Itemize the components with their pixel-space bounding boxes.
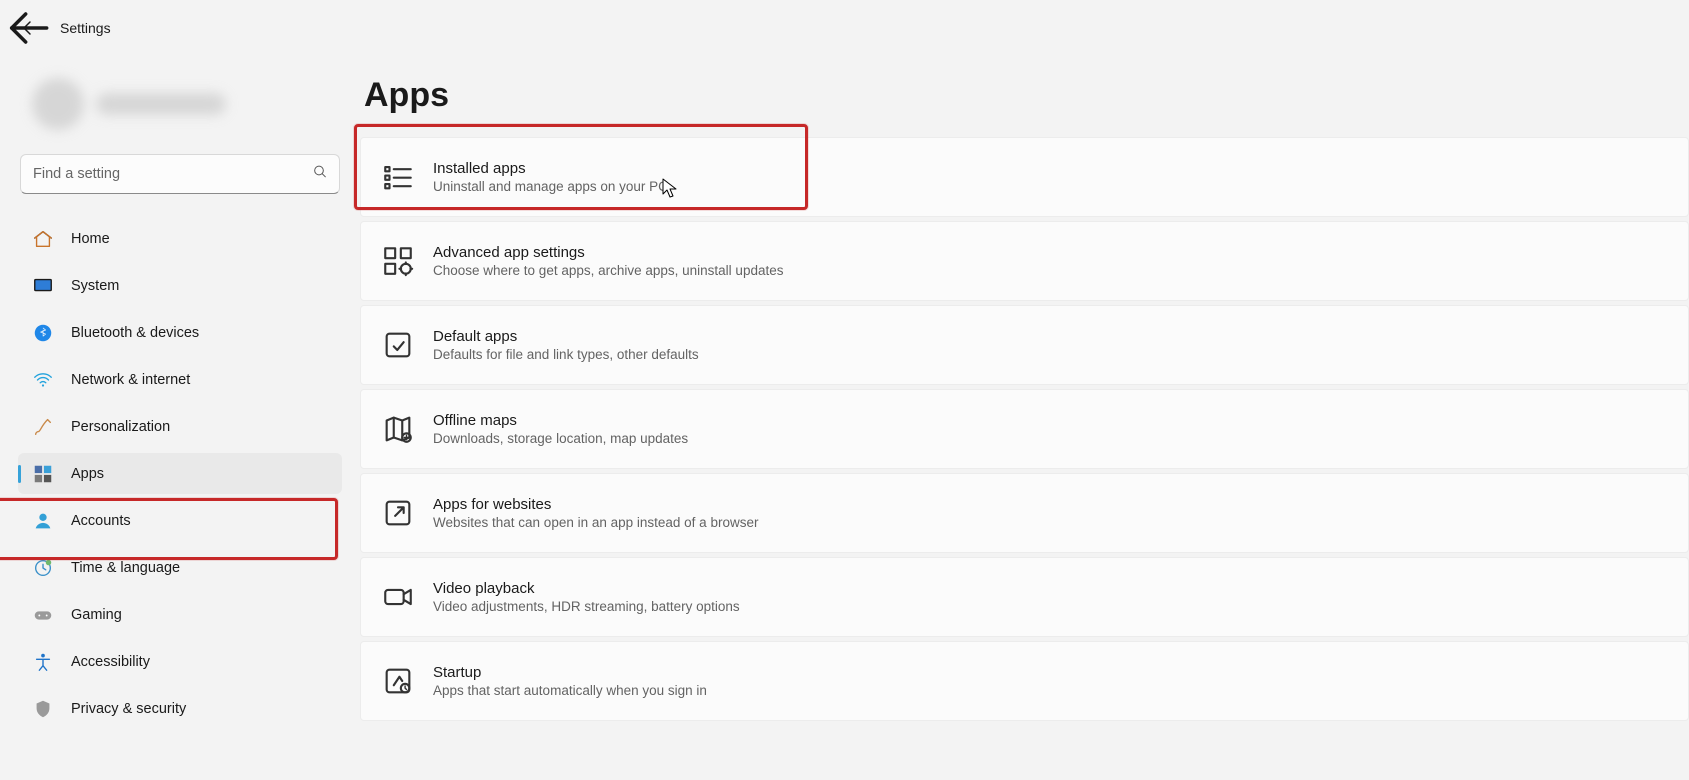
sidebar-item-accounts[interactable]: Accounts: [18, 500, 342, 541]
card-subtitle: Apps that start automatically when you s…: [433, 683, 707, 698]
titlebar: Settings: [0, 0, 1689, 56]
card-subtitle: Websites that can open in an app instead…: [433, 515, 758, 530]
card-title: Startup: [433, 664, 707, 681]
sidebar-item-bluetooth[interactable]: Bluetooth & devices: [18, 312, 342, 353]
card-title: Offline maps: [433, 412, 688, 429]
sidebar-item-apps[interactable]: Apps: [18, 453, 342, 494]
app-title: Settings: [60, 20, 111, 36]
brush-icon: [32, 416, 54, 438]
card-video-playback[interactable]: Video playback Video adjustments, HDR st…: [360, 557, 1689, 637]
sidebar-item-personalization[interactable]: Personalization: [18, 406, 342, 447]
sidebar-item-accessibility[interactable]: Accessibility: [18, 641, 342, 682]
default-apps-icon: [381, 328, 415, 362]
sidebar-item-label: Accounts: [71, 513, 131, 529]
card-title: Apps for websites: [433, 496, 758, 513]
person-icon: [32, 510, 54, 532]
sidebar-item-system[interactable]: System: [18, 265, 342, 306]
search-input[interactable]: [20, 154, 340, 194]
card-offline-maps[interactable]: Offline maps Downloads, storage location…: [360, 389, 1689, 469]
bluetooth-icon: [32, 322, 54, 344]
accessibility-icon: [32, 651, 54, 673]
apps-gear-icon: [381, 244, 415, 278]
sidebar-item-label: Personalization: [71, 419, 170, 435]
clock-icon: [32, 557, 54, 579]
main-content: Apps Installed apps Uninstall and manage…: [360, 56, 1689, 780]
list-icon: [381, 160, 415, 194]
back-button[interactable]: [16, 16, 40, 40]
startup-icon: [381, 664, 415, 698]
card-subtitle: Downloads, storage location, map updates: [433, 431, 688, 446]
search-icon: [312, 164, 328, 185]
sidebar-item-label: System: [71, 278, 119, 294]
sidebar-item-gaming[interactable]: Gaming: [18, 594, 342, 635]
sidebar-item-label: Bluetooth & devices: [71, 325, 199, 341]
home-icon: [32, 228, 54, 250]
sidebar-item-label: Apps: [71, 466, 104, 482]
video-icon: [381, 580, 415, 614]
gaming-icon: [32, 604, 54, 626]
card-subtitle: Uninstall and manage apps on your PC: [433, 179, 668, 194]
card-advanced-app-settings[interactable]: Advanced app settings Choose where to ge…: [360, 221, 1689, 301]
account-profile[interactable]: [16, 68, 344, 154]
card-title: Default apps: [433, 328, 699, 345]
card-subtitle: Choose where to get apps, archive apps, …: [433, 263, 783, 278]
card-title: Video playback: [433, 580, 740, 597]
sidebar-item-label: Network & internet: [71, 372, 190, 388]
card-subtitle: Video adjustments, HDR streaming, batter…: [433, 599, 740, 614]
sidebar-item-time[interactable]: Time & language: [18, 547, 342, 588]
map-icon: [381, 412, 415, 446]
sidebar-item-label: Gaming: [71, 607, 122, 623]
avatar: [32, 78, 84, 130]
sidebar-item-label: Home: [71, 231, 110, 247]
card-apps-for-websites[interactable]: Apps for websites Websites that can open…: [360, 473, 1689, 553]
sidebar-item-label: Time & language: [71, 560, 180, 576]
card-title: Installed apps: [433, 160, 668, 177]
settings-card-list: Installed apps Uninstall and manage apps…: [360, 137, 1689, 721]
sidebar-item-label: Accessibility: [71, 654, 150, 670]
card-subtitle: Defaults for file and link types, other …: [433, 347, 699, 362]
card-title: Advanced app settings: [433, 244, 783, 261]
apps-icon: [32, 463, 54, 485]
sidebar-item-label: Privacy & security: [71, 701, 186, 717]
shield-icon: [32, 698, 54, 720]
sidebar-item-privacy[interactable]: Privacy & security: [18, 688, 342, 729]
system-icon: [32, 275, 54, 297]
account-name: [96, 93, 226, 115]
card-startup[interactable]: Startup Apps that start automatically wh…: [360, 641, 1689, 721]
card-default-apps[interactable]: Default apps Defaults for file and link …: [360, 305, 1689, 385]
wifi-icon: [32, 369, 54, 391]
page-title: Apps: [364, 76, 1689, 137]
card-installed-apps[interactable]: Installed apps Uninstall and manage apps…: [360, 137, 1689, 217]
open-external-icon: [381, 496, 415, 530]
sidebar-item-home[interactable]: Home: [18, 218, 342, 259]
sidebar: Home System Bluetooth & devices Network …: [0, 56, 360, 780]
nav-list: Home System Bluetooth & devices Network …: [16, 218, 344, 729]
sidebar-item-network[interactable]: Network & internet: [18, 359, 342, 400]
